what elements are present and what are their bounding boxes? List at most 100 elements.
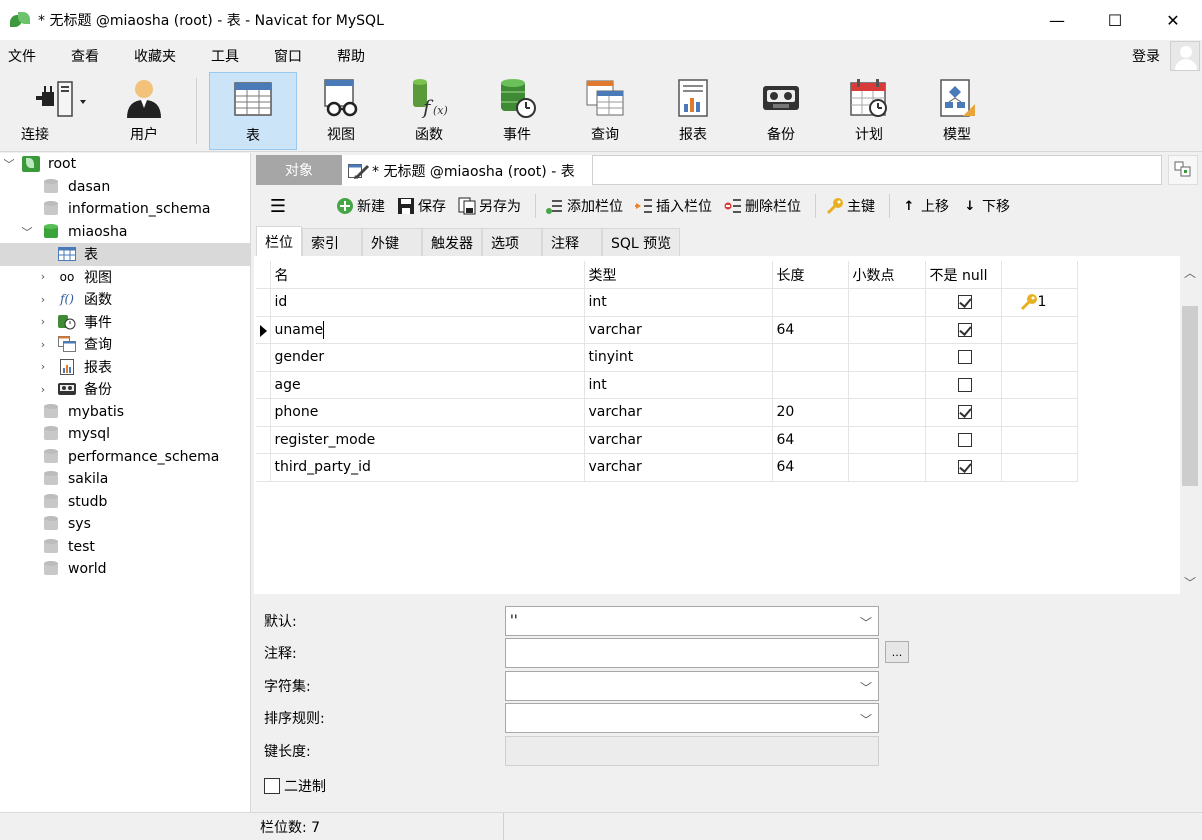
- field-decimals-cell[interactable]: [847, 453, 926, 482]
- field-name-cell[interactable]: uname: [269, 315, 585, 344]
- scroll-down-icon[interactable]: ﹀: [1180, 572, 1200, 592]
- not-null-checkbox[interactable]: [958, 460, 972, 475]
- field-decimals-cell[interactable]: [847, 398, 926, 427]
- login-link[interactable]: 登录: [1132, 46, 1160, 66]
- field-type-cell[interactable]: int: [583, 370, 773, 399]
- tab-fields[interactable]: 栏位: [256, 226, 302, 256]
- col-header-decimals[interactable]: 小数点: [847, 261, 926, 289]
- chevron-right-icon[interactable]: ›: [36, 360, 50, 373]
- not-null-cell[interactable]: [924, 288, 1002, 317]
- tree-db-test[interactable]: test: [0, 536, 250, 559]
- minimize-button[interactable]: —: [1028, 0, 1086, 40]
- query-button[interactable]: 查询: [561, 72, 649, 150]
- tree-db-mysql[interactable]: mysql: [0, 423, 250, 446]
- field-name-cell[interactable]: age: [269, 370, 585, 399]
- table-button[interactable]: 表: [209, 72, 297, 150]
- table-row[interactable]: third_party_id varchar 64: [256, 453, 1078, 482]
- delete-field-button[interactable]: 删除栏位: [720, 192, 805, 220]
- tab-table-designer[interactable]: * 无标题 @miaosha (root) - 表: [342, 155, 592, 186]
- view-button[interactable]: 视图: [297, 72, 385, 150]
- charset-select[interactable]: ﹀: [505, 671, 879, 701]
- tree-db-world[interactable]: world: [0, 558, 250, 581]
- scroll-thumb[interactable]: [1182, 306, 1198, 486]
- field-type-cell[interactable]: int: [583, 288, 773, 317]
- tree-db-mybatis[interactable]: mybatis: [0, 401, 250, 424]
- row-indicator[interactable]: [256, 398, 271, 427]
- chevron-down-icon[interactable]: ﹀: [20, 224, 34, 240]
- tree-item-views[interactable]: › oo 视图: [0, 266, 250, 289]
- field-length-cell[interactable]: 64: [771, 425, 849, 454]
- hamburger-menu-icon[interactable]: ☰: [254, 196, 302, 217]
- chevron-down-icon[interactable]: ﹀: [860, 711, 872, 728]
- not-null-cell[interactable]: [924, 343, 1002, 372]
- not-null-cell[interactable]: [924, 453, 1002, 482]
- chevron-down-icon[interactable]: ﹀: [860, 679, 872, 696]
- tab-objects[interactable]: 对象: [256, 155, 342, 185]
- tab-indexes[interactable]: 索引: [302, 228, 362, 256]
- tab-options[interactable]: 选项: [482, 228, 542, 256]
- tree-db-miaosha[interactable]: ﹀ miaosha: [0, 221, 250, 244]
- field-name-cell[interactable]: third_party_id: [269, 453, 585, 482]
- field-length-cell[interactable]: [771, 343, 849, 372]
- menu-help[interactable]: 帮助: [327, 46, 375, 66]
- tab-triggers[interactable]: 触发器: [422, 228, 482, 256]
- field-decimals-cell[interactable]: [847, 288, 926, 317]
- menu-file[interactable]: 文件: [0, 46, 46, 66]
- not-null-checkbox[interactable]: [958, 405, 972, 420]
- col-header-not-null[interactable]: 不是 null: [924, 261, 1002, 289]
- col-header-type[interactable]: 类型: [583, 261, 773, 289]
- field-type-cell[interactable]: varchar: [583, 425, 773, 454]
- tree-db-information-schema[interactable]: information_schema: [0, 198, 250, 221]
- move-down-button[interactable]: ↓ 下移: [957, 192, 1014, 220]
- chevron-right-icon[interactable]: ›: [36, 383, 50, 396]
- schedule-button[interactable]: 计划: [825, 72, 913, 150]
- user-avatar-icon[interactable]: [1170, 41, 1200, 71]
- field-length-cell[interactable]: [771, 288, 849, 317]
- tree-item-functions[interactable]: › f() 函数: [0, 288, 250, 311]
- chevron-right-icon[interactable]: ›: [36, 338, 50, 351]
- new-button[interactable]: 新建: [332, 192, 389, 220]
- binary-checkbox[interactable]: [264, 778, 280, 794]
- menu-favorites[interactable]: 收藏夹: [124, 46, 186, 66]
- row-indicator[interactable]: [256, 315, 271, 344]
- field-type-cell[interactable]: varchar: [583, 453, 773, 482]
- comment-input[interactable]: [505, 638, 879, 668]
- tree-db-sakila[interactable]: sakila: [0, 468, 250, 491]
- tree-item-reports[interactable]: › 报表: [0, 356, 250, 379]
- tree-db-dasan[interactable]: dasan: [0, 176, 250, 199]
- not-null-cell[interactable]: [924, 425, 1002, 454]
- row-indicator[interactable]: [256, 343, 271, 372]
- field-decimals-cell[interactable]: [847, 315, 926, 344]
- not-null-checkbox[interactable]: [958, 322, 972, 337]
- menu-view[interactable]: 查看: [61, 46, 109, 66]
- field-decimals-cell[interactable]: [847, 425, 926, 454]
- collation-select[interactable]: ﹀: [505, 703, 879, 733]
- field-decimals-cell[interactable]: [847, 370, 926, 399]
- tab-comment[interactable]: 注释: [542, 228, 602, 256]
- row-indicator[interactable]: [256, 288, 271, 317]
- function-button[interactable]: f (x) 函数: [385, 72, 473, 150]
- field-name-cell[interactable]: register_mode: [269, 425, 585, 454]
- table-row[interactable]: phone varchar 20: [256, 398, 1078, 427]
- field-name-cell[interactable]: gender: [269, 343, 585, 372]
- tree-item-queries[interactable]: › 查询: [0, 333, 250, 356]
- save-as-button[interactable]: 另存为: [454, 192, 525, 220]
- chevron-down-icon[interactable]: ﹀: [2, 156, 16, 172]
- chevron-right-icon[interactable]: ›: [36, 293, 50, 306]
- primary-key-button[interactable]: 主键: [822, 192, 879, 220]
- table-row[interactable]: gender tinyint: [256, 343, 1078, 372]
- connect-button[interactable]: 连接: [0, 72, 100, 150]
- tree-item-events[interactable]: › 事件: [0, 311, 250, 334]
- col-header-length[interactable]: 长度: [771, 261, 849, 289]
- table-row[interactable]: uname varchar 64: [256, 315, 1078, 344]
- field-name-cell[interactable]: id: [269, 288, 585, 317]
- field-decimals-cell[interactable]: [847, 343, 926, 372]
- not-null-cell[interactable]: [924, 315, 1002, 344]
- tab-foreign-keys[interactable]: 外键: [362, 228, 422, 256]
- field-length-cell[interactable]: 20: [771, 398, 849, 427]
- menu-window[interactable]: 窗口: [264, 46, 312, 66]
- close-button[interactable]: ✕: [1144, 0, 1202, 40]
- not-null-checkbox[interactable]: [958, 377, 972, 392]
- not-null-checkbox[interactable]: [958, 295, 972, 310]
- not-null-checkbox[interactable]: [958, 432, 972, 447]
